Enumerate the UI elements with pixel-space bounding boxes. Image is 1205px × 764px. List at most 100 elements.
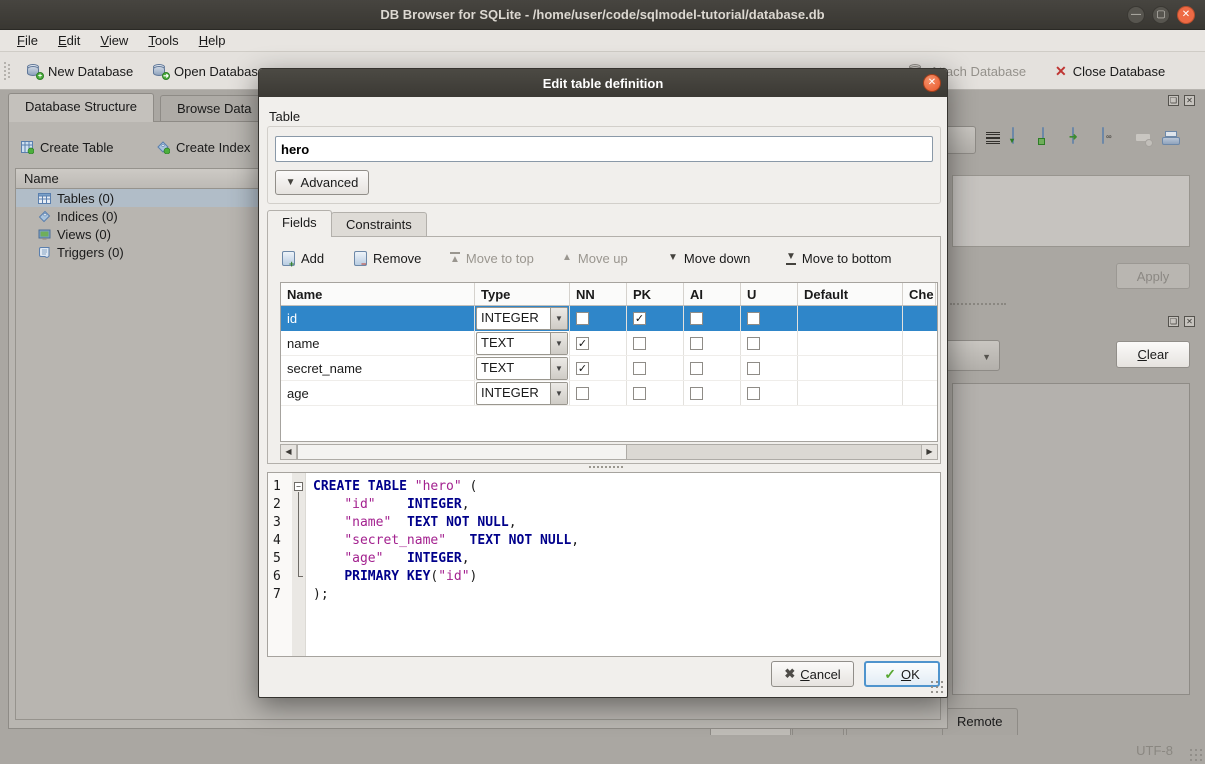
ok-button[interactable]: ✓ OK bbox=[864, 661, 940, 687]
export-icon[interactable] bbox=[1042, 128, 1064, 150]
create-index-button[interactable]: Create Index bbox=[157, 136, 250, 158]
print-icon[interactable] bbox=[1160, 128, 1182, 150]
clear-button[interactable]: Clear bbox=[1116, 341, 1190, 368]
create-table-button[interactable]: Create Table bbox=[21, 136, 113, 158]
maximize-icon[interactable]: ▢ bbox=[1152, 6, 1170, 24]
open-in-window-icon[interactable]: ➜ bbox=[1072, 128, 1094, 150]
null-toggle-icon[interactable] bbox=[1132, 128, 1154, 150]
horizontal-scrollbar[interactable]: ◀ ▶ bbox=[280, 444, 938, 460]
splitter-handle[interactable] bbox=[589, 466, 623, 468]
tab-fields[interactable]: Fields bbox=[267, 210, 332, 237]
status-bar: UTF-8 bbox=[0, 735, 1205, 764]
field-row-name[interactable]: name TEXT▼ ✓ bbox=[281, 331, 937, 356]
nn-checkbox[interactable] bbox=[576, 387, 589, 400]
sql-log-area[interactable] bbox=[952, 383, 1190, 695]
u-checkbox[interactable] bbox=[747, 337, 760, 350]
close-database-icon: ✕ bbox=[1055, 63, 1067, 80]
chevron-down-icon: ▼ bbox=[982, 352, 991, 362]
dock2-controls: ❏ ✕ bbox=[1168, 316, 1195, 327]
menu-bar: File Edit View Tools Help bbox=[0, 30, 1205, 52]
advanced-toggle-button[interactable]: ▼ Advanced bbox=[275, 170, 369, 195]
tab-remote[interactable]: Remote bbox=[942, 708, 1018, 735]
tab-database-structure[interactable]: Database Structure bbox=[8, 93, 154, 122]
pk-checkbox[interactable]: ✓ bbox=[633, 312, 646, 325]
menu-tools[interactable]: Tools bbox=[139, 31, 187, 50]
move-to-bottom-button[interactable]: ▼ Move to bottom bbox=[786, 247, 892, 269]
scrollbar-thumb[interactable] bbox=[297, 445, 627, 459]
dock-float-icon[interactable]: ❏ bbox=[1168, 95, 1179, 106]
nn-checkbox[interactable]: ✓ bbox=[576, 362, 589, 375]
open-database-button[interactable]: ➜ Open Database bbox=[152, 59, 265, 83]
cancel-button[interactable]: ✖ Cancel bbox=[771, 661, 854, 687]
pk-checkbox[interactable] bbox=[633, 387, 646, 400]
close-database-button[interactable]: ✕ Close Database bbox=[1055, 59, 1165, 83]
u-checkbox[interactable] bbox=[747, 312, 760, 325]
type-combobox[interactable]: TEXT▼ bbox=[476, 357, 568, 380]
move-to-top-button[interactable]: ▲ Move to top bbox=[450, 247, 534, 269]
ai-checkbox[interactable] bbox=[690, 362, 703, 375]
close-icon[interactable]: ✕ bbox=[1177, 6, 1195, 24]
resize-grip[interactable] bbox=[1189, 748, 1203, 762]
field-row-id[interactable]: id INTEGER▼ ✓ bbox=[281, 306, 937, 331]
move-to-top-icon: ▲ bbox=[450, 252, 460, 265]
pk-checkbox[interactable] bbox=[633, 362, 646, 375]
menu-view[interactable]: View bbox=[91, 31, 137, 50]
move-to-bottom-icon: ▼ bbox=[786, 252, 796, 265]
dock-close-icon[interactable]: ✕ bbox=[1184, 95, 1195, 106]
ai-checkbox[interactable] bbox=[690, 387, 703, 400]
fields-panel: + Add − Remove ▲ Move to top ▲ Move up ▼… bbox=[267, 236, 941, 464]
tab-browse-data[interactable]: Browse Data bbox=[160, 95, 268, 122]
fields-table-header[interactable]: Name Type NN PK AI U Default Che bbox=[281, 283, 937, 306]
minimize-icon[interactable]: — bbox=[1127, 6, 1145, 24]
add-icon: + bbox=[282, 251, 295, 266]
ai-checkbox[interactable] bbox=[690, 337, 703, 350]
fold-collapse-icon[interactable]: − bbox=[294, 482, 303, 491]
sql-code: CREATE TABLE "hero" ( "id" INTEGER, "nam… bbox=[306, 473, 579, 656]
dock-separator[interactable] bbox=[950, 303, 1006, 305]
window-titlebar[interactable]: DB Browser for SQLite - /home/user/code/… bbox=[0, 0, 1205, 30]
move-down-button[interactable]: ▼ Move down bbox=[668, 247, 750, 269]
move-up-button[interactable]: ▲ Move up bbox=[562, 247, 628, 269]
table-name-input[interactable] bbox=[275, 136, 933, 162]
cell-editor-textarea[interactable] bbox=[952, 175, 1190, 247]
u-checkbox[interactable] bbox=[747, 387, 760, 400]
dialog-titlebar[interactable]: Edit table definition ✕ bbox=[259, 69, 947, 97]
scroll-left-icon[interactable]: ◀ bbox=[281, 445, 297, 459]
encoding-indicator: UTF-8 bbox=[1136, 743, 1173, 758]
table-label: Table bbox=[269, 109, 300, 124]
menu-help[interactable]: Help bbox=[190, 31, 235, 50]
toolbar-grip[interactable] bbox=[4, 62, 10, 80]
triggers-icon bbox=[38, 246, 51, 259]
type-combobox[interactable]: INTEGER▼ bbox=[476, 382, 568, 405]
dock1-controls: ❏ ✕ bbox=[1168, 95, 1195, 106]
type-combobox[interactable]: INTEGER▼ bbox=[476, 307, 568, 330]
nn-checkbox[interactable]: ✓ bbox=[576, 337, 589, 350]
new-database-button[interactable]: + New Database bbox=[26, 59, 133, 83]
ai-checkbox[interactable] bbox=[690, 312, 703, 325]
import-icon[interactable]: ▾ bbox=[1012, 128, 1034, 150]
dialog-close-icon[interactable]: ✕ bbox=[923, 74, 941, 92]
dock-float-icon[interactable]: ❏ bbox=[1168, 316, 1179, 327]
remove-icon: − bbox=[354, 251, 367, 266]
menu-edit[interactable]: Edit bbox=[49, 31, 89, 50]
field-row-age[interactable]: age INTEGER▼ bbox=[281, 381, 937, 406]
pk-checkbox[interactable] bbox=[633, 337, 646, 350]
link-icon[interactable]: ∞ bbox=[1102, 128, 1124, 150]
sql-preview[interactable]: 1234567 − CREATE TABLE "hero" ( "id" INT… bbox=[267, 472, 941, 657]
field-row-secret-name[interactable]: secret_name TEXT▼ ✓ bbox=[281, 356, 937, 381]
dialog-resize-grip[interactable] bbox=[930, 680, 944, 694]
scroll-right-icon[interactable]: ▶ bbox=[921, 445, 937, 459]
dialog-title: Edit table definition bbox=[543, 76, 664, 91]
apply-button[interactable]: Apply bbox=[1116, 263, 1190, 289]
menu-file[interactable]: File bbox=[8, 31, 47, 50]
ok-check-icon: ✓ bbox=[884, 666, 896, 683]
nn-checkbox[interactable] bbox=[576, 312, 589, 325]
dock-close-icon[interactable]: ✕ bbox=[1184, 316, 1195, 327]
tab-constraints[interactable]: Constraints bbox=[331, 212, 427, 237]
u-checkbox[interactable] bbox=[747, 362, 760, 375]
window-title: DB Browser for SQLite - /home/user/code/… bbox=[380, 7, 824, 22]
text-mode-icon[interactable] bbox=[982, 128, 1004, 150]
type-combobox[interactable]: TEXT▼ bbox=[476, 332, 568, 355]
add-field-button[interactable]: + Add bbox=[282, 247, 324, 269]
remove-field-button[interactable]: − Remove bbox=[354, 247, 421, 269]
